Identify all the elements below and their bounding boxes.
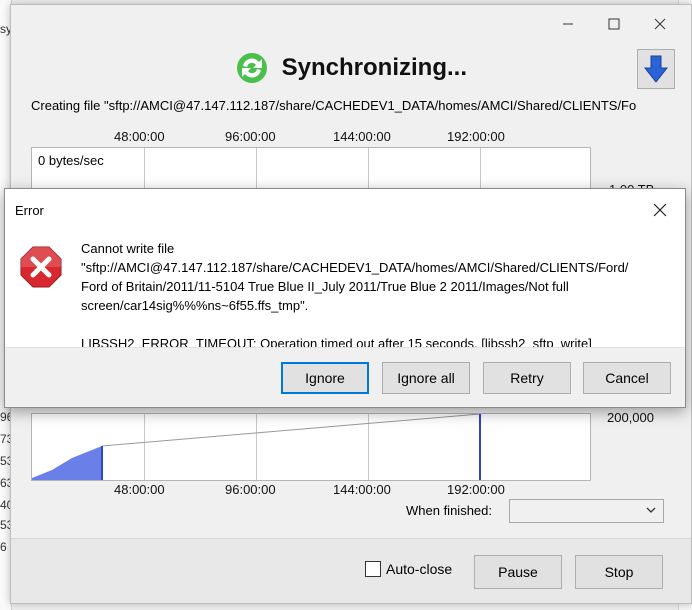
- error-message-line: "sftp://AMCI@47.147.112.187/share/CACHED…: [81, 260, 629, 275]
- auto-close-label: Auto-close: [386, 561, 453, 577]
- error-dialog: Error Cannot write file "sftp://AMCI@47.…: [4, 188, 686, 408]
- error-dialog-title: Error: [15, 203, 44, 218]
- top-axis-tick: 144:00:00: [333, 129, 391, 144]
- bottom-axis-tick: 96:00:00: [225, 482, 276, 497]
- transfer-rate: 0 bytes/sec: [38, 153, 104, 168]
- when-finished-select[interactable]: [509, 499, 664, 523]
- error-icon: [20, 246, 62, 288]
- cancel-button[interactable]: Cancel: [583, 362, 671, 394]
- error-message-line: screen/car14sig%%%ns~6f55.ffs_tmp".: [81, 298, 309, 313]
- maximize-button[interactable]: [591, 11, 637, 37]
- minimize-to-tray-button[interactable]: [637, 49, 675, 89]
- close-icon: [654, 18, 666, 30]
- projection-line: [101, 414, 481, 447]
- progress-graph: [31, 413, 591, 481]
- ignore-all-button[interactable]: Ignore all: [382, 362, 470, 394]
- chevron-down-icon: [646, 507, 656, 513]
- error-message-line: Cannot write file: [81, 241, 175, 256]
- sync-title-text: Synchronizing...: [281, 54, 467, 81]
- footer-bar: Auto-close Pause Stop: [11, 539, 691, 603]
- top-axis-tick: 192:00:00: [447, 129, 505, 144]
- bottom-axis-tick: 144:00:00: [333, 482, 391, 497]
- progress-fill: [32, 446, 102, 480]
- arrow-down-icon: [643, 55, 669, 83]
- progress-plot: [32, 414, 481, 480]
- sync-title: Synchronizing...: [11, 51, 691, 85]
- close-button[interactable]: [637, 11, 683, 37]
- window-controls: [545, 11, 683, 37]
- retry-button[interactable]: Retry: [483, 362, 571, 394]
- top-axis-tick: 96:00:00: [225, 129, 276, 144]
- when-finished-label: When finished:: [406, 503, 492, 518]
- error-message: Cannot write file "sftp://AMCI@47.147.11…: [81, 239, 681, 353]
- sync-arrows-icon: [236, 53, 267, 83]
- maximize-icon: [608, 18, 620, 30]
- ignore-button[interactable]: Ignore: [281, 362, 369, 394]
- error-close-button[interactable]: [647, 197, 673, 223]
- item-count-label: 200,000: [607, 410, 654, 425]
- current-file-status: Creating file "sftp://AMCI@47.147.112.18…: [31, 98, 637, 113]
- error-dialog-buttons: Ignore Ignore all Retry Cancel: [5, 347, 685, 407]
- minimize-button[interactable]: [545, 11, 591, 37]
- bottom-axis-tick: 192:00:00: [447, 482, 505, 497]
- top-axis-tick: 48:00:00: [114, 129, 165, 144]
- background-number: 6: [0, 540, 7, 554]
- pause-button[interactable]: Pause: [474, 555, 562, 589]
- close-icon: [653, 203, 667, 217]
- stop-button[interactable]: Stop: [575, 555, 663, 589]
- auto-close-checkbox[interactable]: [365, 561, 381, 577]
- minimize-icon: [563, 23, 573, 25]
- auto-close-toggle[interactable]: Auto-close: [365, 561, 452, 577]
- error-message-line: Ford of Britain/2011/11-5104 True Blue I…: [81, 279, 569, 294]
- bottom-axis-tick: 48:00:00: [114, 482, 165, 497]
